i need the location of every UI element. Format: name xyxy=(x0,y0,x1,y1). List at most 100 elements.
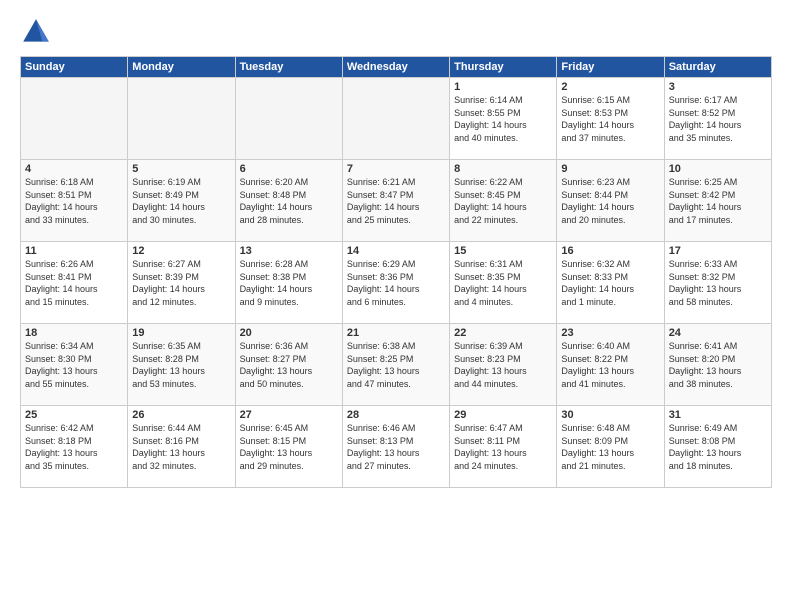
day-info: Sunrise: 6:21 AM Sunset: 8:47 PM Dayligh… xyxy=(347,176,445,226)
calendar-cell: 4Sunrise: 6:18 AM Sunset: 8:51 PM Daylig… xyxy=(21,160,128,242)
calendar-cell: 16Sunrise: 6:32 AM Sunset: 8:33 PM Dayli… xyxy=(557,242,664,324)
calendar-cell xyxy=(235,78,342,160)
calendar-header-wednesday: Wednesday xyxy=(342,57,449,78)
calendar-week-3: 11Sunrise: 6:26 AM Sunset: 8:41 PM Dayli… xyxy=(21,242,772,324)
day-number: 6 xyxy=(240,163,338,175)
day-info: Sunrise: 6:33 AM Sunset: 8:32 PM Dayligh… xyxy=(669,258,767,308)
calendar-cell: 3Sunrise: 6:17 AM Sunset: 8:52 PM Daylig… xyxy=(664,78,771,160)
calendar-cell: 23Sunrise: 6:40 AM Sunset: 8:22 PM Dayli… xyxy=(557,324,664,406)
calendar-cell: 20Sunrise: 6:36 AM Sunset: 8:27 PM Dayli… xyxy=(235,324,342,406)
day-info: Sunrise: 6:40 AM Sunset: 8:22 PM Dayligh… xyxy=(561,340,659,390)
day-number: 24 xyxy=(669,327,767,339)
day-info: Sunrise: 6:19 AM Sunset: 8:49 PM Dayligh… xyxy=(132,176,230,226)
calendar-week-2: 4Sunrise: 6:18 AM Sunset: 8:51 PM Daylig… xyxy=(21,160,772,242)
day-number: 26 xyxy=(132,409,230,421)
day-number: 7 xyxy=(347,163,445,175)
calendar-cell: 30Sunrise: 6:48 AM Sunset: 8:09 PM Dayli… xyxy=(557,406,664,488)
calendar-cell: 25Sunrise: 6:42 AM Sunset: 8:18 PM Dayli… xyxy=(21,406,128,488)
day-number: 5 xyxy=(132,163,230,175)
calendar-cell: 1Sunrise: 6:14 AM Sunset: 8:55 PM Daylig… xyxy=(450,78,557,160)
calendar-cell: 12Sunrise: 6:27 AM Sunset: 8:39 PM Dayli… xyxy=(128,242,235,324)
day-info: Sunrise: 6:14 AM Sunset: 8:55 PM Dayligh… xyxy=(454,94,552,144)
day-number: 12 xyxy=(132,245,230,257)
day-number: 29 xyxy=(454,409,552,421)
page: SundayMondayTuesdayWednesdayThursdayFrid… xyxy=(0,0,792,612)
day-number: 11 xyxy=(25,245,123,257)
calendar-cell: 7Sunrise: 6:21 AM Sunset: 8:47 PM Daylig… xyxy=(342,160,449,242)
header xyxy=(20,16,772,48)
calendar-cell: 28Sunrise: 6:46 AM Sunset: 8:13 PM Dayli… xyxy=(342,406,449,488)
day-number: 18 xyxy=(25,327,123,339)
calendar-cell xyxy=(21,78,128,160)
calendar-header-monday: Monday xyxy=(128,57,235,78)
calendar-cell: 9Sunrise: 6:23 AM Sunset: 8:44 PM Daylig… xyxy=(557,160,664,242)
calendar-cell: 19Sunrise: 6:35 AM Sunset: 8:28 PM Dayli… xyxy=(128,324,235,406)
day-number: 16 xyxy=(561,245,659,257)
calendar-cell: 15Sunrise: 6:31 AM Sunset: 8:35 PM Dayli… xyxy=(450,242,557,324)
day-info: Sunrise: 6:25 AM Sunset: 8:42 PM Dayligh… xyxy=(669,176,767,226)
day-number: 15 xyxy=(454,245,552,257)
calendar-cell: 27Sunrise: 6:45 AM Sunset: 8:15 PM Dayli… xyxy=(235,406,342,488)
day-info: Sunrise: 6:38 AM Sunset: 8:25 PM Dayligh… xyxy=(347,340,445,390)
day-info: Sunrise: 6:32 AM Sunset: 8:33 PM Dayligh… xyxy=(561,258,659,308)
day-number: 27 xyxy=(240,409,338,421)
day-number: 31 xyxy=(669,409,767,421)
day-info: Sunrise: 6:46 AM Sunset: 8:13 PM Dayligh… xyxy=(347,422,445,472)
calendar-week-5: 25Sunrise: 6:42 AM Sunset: 8:18 PM Dayli… xyxy=(21,406,772,488)
calendar-week-1: 1Sunrise: 6:14 AM Sunset: 8:55 PM Daylig… xyxy=(21,78,772,160)
day-number: 10 xyxy=(669,163,767,175)
calendar-header-row: SundayMondayTuesdayWednesdayThursdayFrid… xyxy=(21,57,772,78)
day-info: Sunrise: 6:18 AM Sunset: 8:51 PM Dayligh… xyxy=(25,176,123,226)
day-info: Sunrise: 6:35 AM Sunset: 8:28 PM Dayligh… xyxy=(132,340,230,390)
day-number: 25 xyxy=(25,409,123,421)
calendar-cell: 31Sunrise: 6:49 AM Sunset: 8:08 PM Dayli… xyxy=(664,406,771,488)
day-number: 17 xyxy=(669,245,767,257)
day-info: Sunrise: 6:41 AM Sunset: 8:20 PM Dayligh… xyxy=(669,340,767,390)
calendar-header-thursday: Thursday xyxy=(450,57,557,78)
calendar-cell: 6Sunrise: 6:20 AM Sunset: 8:48 PM Daylig… xyxy=(235,160,342,242)
day-number: 20 xyxy=(240,327,338,339)
day-info: Sunrise: 6:49 AM Sunset: 8:08 PM Dayligh… xyxy=(669,422,767,472)
day-info: Sunrise: 6:44 AM Sunset: 8:16 PM Dayligh… xyxy=(132,422,230,472)
calendar-cell xyxy=(342,78,449,160)
calendar-cell: 11Sunrise: 6:26 AM Sunset: 8:41 PM Dayli… xyxy=(21,242,128,324)
calendar-cell: 5Sunrise: 6:19 AM Sunset: 8:49 PM Daylig… xyxy=(128,160,235,242)
calendar-cell: 18Sunrise: 6:34 AM Sunset: 8:30 PM Dayli… xyxy=(21,324,128,406)
day-number: 9 xyxy=(561,163,659,175)
calendar-cell xyxy=(128,78,235,160)
calendar-cell: 13Sunrise: 6:28 AM Sunset: 8:38 PM Dayli… xyxy=(235,242,342,324)
calendar-cell: 29Sunrise: 6:47 AM Sunset: 8:11 PM Dayli… xyxy=(450,406,557,488)
day-number: 14 xyxy=(347,245,445,257)
day-number: 13 xyxy=(240,245,338,257)
calendar-header-tuesday: Tuesday xyxy=(235,57,342,78)
calendar-cell: 22Sunrise: 6:39 AM Sunset: 8:23 PM Dayli… xyxy=(450,324,557,406)
day-number: 8 xyxy=(454,163,552,175)
day-number: 21 xyxy=(347,327,445,339)
calendar-cell: 17Sunrise: 6:33 AM Sunset: 8:32 PM Dayli… xyxy=(664,242,771,324)
calendar-cell: 8Sunrise: 6:22 AM Sunset: 8:45 PM Daylig… xyxy=(450,160,557,242)
day-info: Sunrise: 6:31 AM Sunset: 8:35 PM Dayligh… xyxy=(454,258,552,308)
day-info: Sunrise: 6:42 AM Sunset: 8:18 PM Dayligh… xyxy=(25,422,123,472)
day-number: 22 xyxy=(454,327,552,339)
calendar-cell: 10Sunrise: 6:25 AM Sunset: 8:42 PM Dayli… xyxy=(664,160,771,242)
day-info: Sunrise: 6:34 AM Sunset: 8:30 PM Dayligh… xyxy=(25,340,123,390)
day-number: 28 xyxy=(347,409,445,421)
calendar-header-sunday: Sunday xyxy=(21,57,128,78)
calendar-cell: 2Sunrise: 6:15 AM Sunset: 8:53 PM Daylig… xyxy=(557,78,664,160)
day-number: 23 xyxy=(561,327,659,339)
day-number: 1 xyxy=(454,81,552,93)
day-info: Sunrise: 6:15 AM Sunset: 8:53 PM Dayligh… xyxy=(561,94,659,144)
calendar-cell: 24Sunrise: 6:41 AM Sunset: 8:20 PM Dayli… xyxy=(664,324,771,406)
day-info: Sunrise: 6:22 AM Sunset: 8:45 PM Dayligh… xyxy=(454,176,552,226)
day-number: 4 xyxy=(25,163,123,175)
day-number: 30 xyxy=(561,409,659,421)
day-info: Sunrise: 6:47 AM Sunset: 8:11 PM Dayligh… xyxy=(454,422,552,472)
day-info: Sunrise: 6:29 AM Sunset: 8:36 PM Dayligh… xyxy=(347,258,445,308)
day-number: 2 xyxy=(561,81,659,93)
day-info: Sunrise: 6:20 AM Sunset: 8:48 PM Dayligh… xyxy=(240,176,338,226)
calendar-header-saturday: Saturday xyxy=(664,57,771,78)
day-info: Sunrise: 6:27 AM Sunset: 8:39 PM Dayligh… xyxy=(132,258,230,308)
day-info: Sunrise: 6:48 AM Sunset: 8:09 PM Dayligh… xyxy=(561,422,659,472)
day-info: Sunrise: 6:39 AM Sunset: 8:23 PM Dayligh… xyxy=(454,340,552,390)
calendar-cell: 26Sunrise: 6:44 AM Sunset: 8:16 PM Dayli… xyxy=(128,406,235,488)
